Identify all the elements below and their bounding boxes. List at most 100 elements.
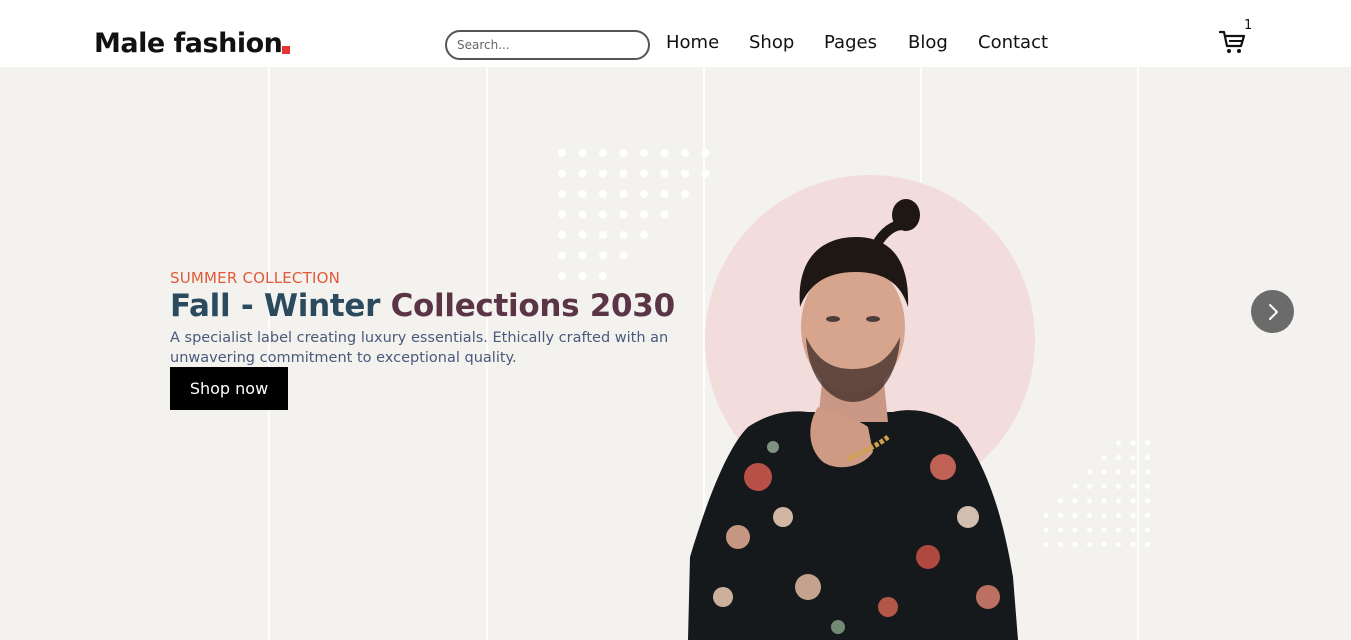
dot-pattern-bottom: [1043, 440, 1150, 547]
decorative-dot: [640, 169, 648, 178]
decorative-dot: [1072, 498, 1078, 504]
decorative-dot: [578, 210, 587, 219]
decorative-dot: [619, 149, 628, 157]
decorative-dot: [578, 190, 587, 198]
shopping-cart-icon[interactable]: [1219, 29, 1247, 55]
decorative-dot: [1101, 484, 1107, 489]
decorative-dot: [558, 210, 566, 219]
decorative-dot: [619, 231, 628, 239]
decorative-dot: [1087, 527, 1092, 533]
decorative-dot: [599, 210, 607, 219]
logo-accent-dot: [282, 46, 290, 54]
decorative-dot: [1101, 527, 1107, 533]
hero-section: SUMMER COLLECTION Fall - Winter Collecti…: [0, 67, 1351, 640]
decorative-dot: [599, 169, 607, 178]
hero-description: A specialist label creating luxury essen…: [170, 330, 669, 366]
decorative-dot: [558, 251, 566, 260]
decorative-dot: [1145, 469, 1150, 475]
decorative-dot: [1145, 455, 1150, 460]
decorative-dot: [1116, 542, 1121, 547]
decorative-dot: [1101, 498, 1107, 504]
chevron-right-icon: [1268, 303, 1278, 320]
decorative-dot: [558, 272, 566, 280]
decorative-dot: [558, 231, 566, 239]
decorative-dot: [640, 149, 648, 157]
decorative-dot: [619, 210, 628, 219]
decorative-dot: [660, 169, 669, 178]
search-input[interactable]: [445, 30, 650, 60]
decorative-dot: [1145, 498, 1150, 504]
decorative-dot: [640, 210, 648, 219]
shop-now-button[interactable]: Shop now: [170, 367, 288, 410]
hero-headline: Fall - Winter Collections 2030: [170, 288, 675, 324]
decorative-dot: [599, 251, 607, 260]
decorative-dot: [578, 231, 587, 239]
decorative-dot: [1101, 469, 1107, 475]
decorative-dot: [619, 169, 628, 178]
decorative-dot: [1087, 513, 1092, 518]
decorative-dot: [1116, 455, 1121, 460]
decorative-dot: [1058, 527, 1063, 533]
decorative-dot: [1058, 498, 1063, 504]
decorative-dot: [1101, 513, 1107, 518]
decorative-dot: [1130, 542, 1136, 547]
decorative-dot: [1130, 513, 1136, 518]
decorative-dot: [1072, 513, 1078, 518]
nav-home[interactable]: Home: [666, 32, 719, 54]
decorative-dot: [681, 169, 689, 178]
decorative-dot: [1130, 527, 1136, 533]
model-photo: [688, 199, 1018, 640]
decorative-dot: [660, 190, 669, 198]
decorative-dot: [681, 149, 689, 157]
decorative-dot: [1145, 527, 1150, 533]
headline-part-1: Fall - Winter: [170, 288, 381, 324]
decorative-dot: [1116, 527, 1121, 533]
decorative-dot: [599, 190, 607, 198]
nav-pages[interactable]: Pages: [824, 32, 877, 54]
decorative-dot: [1116, 513, 1121, 518]
decorative-dot: [660, 149, 669, 157]
decorative-dot: [1087, 542, 1092, 547]
decorative-dot: [1145, 440, 1150, 446]
site-header: Male fashion Home Shop Pages Blog Contac…: [0, 0, 1351, 67]
cart-count-badge: 1: [1244, 18, 1253, 33]
decorative-dot: [1130, 498, 1136, 504]
nav-shop[interactable]: Shop: [749, 32, 794, 54]
next-slide-button[interactable]: [1251, 290, 1294, 333]
decorative-dot: [1116, 440, 1121, 446]
decorative-dot: [578, 272, 587, 280]
decorative-dot: [558, 149, 566, 157]
decorative-dot: [1145, 542, 1150, 547]
decorative-dot: [578, 169, 587, 178]
decorative-dot: [1130, 469, 1136, 475]
decorative-dot: [558, 190, 566, 198]
decorative-dot: [1130, 440, 1136, 446]
decorative-dot: [1116, 469, 1121, 475]
decorative-dot: [619, 251, 628, 260]
headline-part-2: Collections 2030: [390, 288, 676, 324]
decorative-dot: [578, 251, 587, 260]
decorative-dot: [619, 190, 628, 198]
decorative-dot: [1087, 484, 1092, 489]
decorative-dot: [1145, 513, 1150, 518]
decorative-dot: [640, 190, 648, 198]
nav-contact[interactable]: Contact: [978, 32, 1048, 54]
decorative-dot: [1130, 484, 1136, 489]
decorative-dot: [1116, 484, 1121, 489]
logo[interactable]: Male fashion: [94, 28, 283, 60]
decorative-dot: [1072, 542, 1078, 547]
decorative-dot: [599, 149, 607, 157]
decorative-dot: [1116, 498, 1121, 504]
decorative-dot: [558, 169, 566, 178]
decorative-dot: [1072, 484, 1078, 489]
decorative-dot: [640, 231, 648, 239]
decorative-dot: [1043, 527, 1049, 533]
decorative-dot: [1072, 527, 1078, 533]
decorative-dot: [578, 149, 587, 157]
decorative-dot: [701, 149, 710, 157]
nav-blog[interactable]: Blog: [908, 32, 948, 54]
decorative-dot: [599, 272, 607, 280]
decorative-dot: [1058, 542, 1063, 547]
decorative-dot: [1058, 513, 1063, 518]
hero-eyebrow: SUMMER COLLECTION: [170, 269, 341, 287]
